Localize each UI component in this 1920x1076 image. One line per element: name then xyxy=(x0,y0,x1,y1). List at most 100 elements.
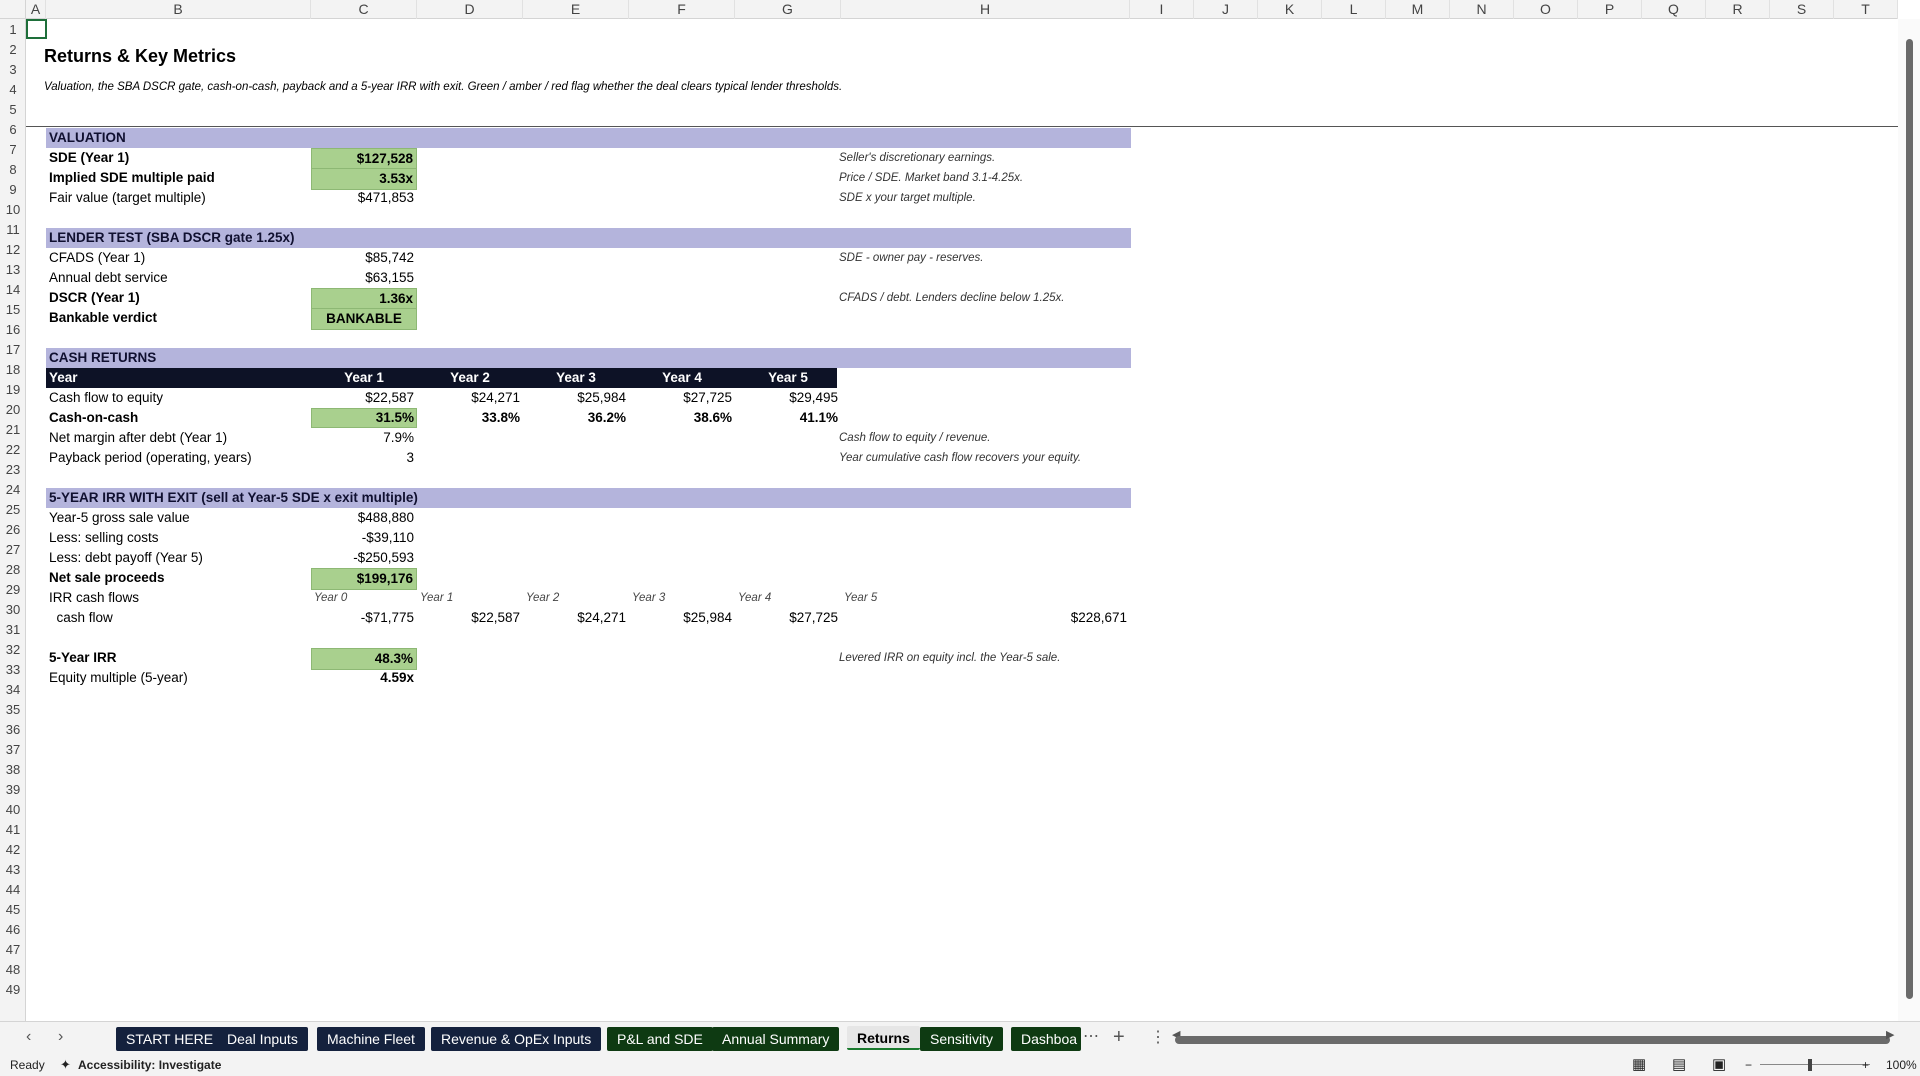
row-header[interactable]: 42 xyxy=(0,842,26,857)
column-header[interactable]: F xyxy=(629,0,735,19)
row-header[interactable]: 27 xyxy=(0,542,26,557)
zoom-slider-thumb[interactable] xyxy=(1808,1059,1812,1071)
column-header[interactable]: I xyxy=(1130,0,1194,19)
column-header[interactable]: D xyxy=(417,0,523,19)
row-header[interactable]: 14 xyxy=(0,282,26,297)
select-all-corner[interactable] xyxy=(0,0,26,19)
zoom-out-icon[interactable]: − xyxy=(1745,1054,1752,1076)
coc-cell[interactable]: 41.1% xyxy=(735,408,841,428)
debt-service-value[interactable]: $63,155 xyxy=(311,268,417,288)
irr-cash-flow-cell[interactable]: $22,587 xyxy=(417,608,523,628)
verdict-value[interactable]: BANKABLE xyxy=(311,308,417,330)
row-header[interactable]: 36 xyxy=(0,722,26,737)
year-header-cell[interactable]: Year 2 xyxy=(417,368,523,388)
tab-next-icon[interactable]: › xyxy=(58,1028,63,1046)
irr-cash-flow-cell[interactable]: $25,984 xyxy=(629,608,735,628)
year-header-cell[interactable]: Year 3 xyxy=(523,368,629,388)
irr-year-cell[interactable]: Year 5 xyxy=(841,588,947,608)
vertical-scrollbar[interactable] xyxy=(1898,19,1920,1021)
multiple-value[interactable]: 3.53x xyxy=(311,168,417,190)
cash-flow-cell[interactable]: $24,271 xyxy=(417,388,523,408)
sheet-tab[interactable]: Machine Fleet xyxy=(317,1027,425,1051)
column-header[interactable]: G xyxy=(735,0,841,19)
row-header[interactable]: 29 xyxy=(0,582,26,597)
column-header[interactable]: P xyxy=(1578,0,1642,19)
cash-flow-cell[interactable]: $25,984 xyxy=(523,388,629,408)
sheet-options-icon[interactable]: ⋮ xyxy=(1150,1027,1166,1047)
selling-costs-value[interactable]: -$39,110 xyxy=(311,528,417,548)
row-header[interactable]: 45 xyxy=(0,902,26,917)
year-header-cell[interactable]: Year 1 xyxy=(311,368,417,388)
row-header[interactable]: 35 xyxy=(0,702,26,717)
add-sheet-icon[interactable]: + xyxy=(1113,1026,1125,1049)
net-margin-value[interactable]: 7.9% xyxy=(311,428,417,448)
row-header[interactable]: 5 xyxy=(0,102,26,117)
page-break-icon[interactable]: ▣ xyxy=(1712,1054,1726,1076)
column-header[interactable]: J xyxy=(1194,0,1258,19)
row-header[interactable]: 1 xyxy=(0,22,26,37)
row-header[interactable]: 4 xyxy=(0,82,26,97)
row-header[interactable]: 6 xyxy=(0,122,26,137)
cash-flow-cell[interactable]: $22,587 xyxy=(311,388,417,408)
row-header[interactable]: 9 xyxy=(0,182,26,197)
fair-value-value[interactable]: $471,853 xyxy=(311,188,417,208)
row-header[interactable]: 7 xyxy=(0,142,26,157)
equity-multiple-value[interactable]: 4.59x xyxy=(311,668,417,688)
row-header[interactable]: 15 xyxy=(0,302,26,317)
zoom-level[interactable]: 100% xyxy=(1886,1054,1917,1076)
sheet-tab[interactable]: Sensitivity xyxy=(920,1027,1004,1051)
sheet-tab[interactable]: START HERE xyxy=(116,1027,224,1051)
row-header[interactable]: 44 xyxy=(0,882,26,897)
row-header[interactable]: 49 xyxy=(0,982,26,997)
irr-cash-flow-cell[interactable]: $228,671 xyxy=(841,608,1130,628)
gross-sale-value[interactable]: $488,880 xyxy=(311,508,417,528)
sheet-tab[interactable]: Annual Summary xyxy=(712,1027,840,1051)
coc-cell[interactable]: 33.8% xyxy=(417,408,523,428)
row-header[interactable]: 48 xyxy=(0,962,26,977)
normal-view-icon[interactable]: ▦ xyxy=(1632,1054,1646,1076)
row-header[interactable]: 28 xyxy=(0,562,26,577)
column-header[interactable]: C xyxy=(311,0,417,19)
sheet-grid[interactable]: Returns & Key Metrics Valuation, the SBA… xyxy=(26,19,1898,1021)
sheet-tab[interactable]: Dashboa xyxy=(1011,1027,1081,1051)
row-header[interactable]: 31 xyxy=(0,622,26,637)
column-header[interactable]: B xyxy=(46,0,311,19)
year-header-cell[interactable]: Year 5 xyxy=(735,368,841,388)
row-header[interactable]: 23 xyxy=(0,462,26,477)
vertical-scroll-thumb[interactable] xyxy=(1906,39,1913,999)
irr-year-cell[interactable]: Year 2 xyxy=(523,588,629,608)
cash-flow-cell[interactable]: $27,725 xyxy=(629,388,735,408)
row-header[interactable]: 46 xyxy=(0,922,26,937)
row-header[interactable]: 39 xyxy=(0,782,26,797)
row-header[interactable]: 17 xyxy=(0,342,26,357)
accessibility-status[interactable]: Accessibility: Investigate xyxy=(78,1054,221,1076)
row-header[interactable]: 43 xyxy=(0,862,26,877)
row-header[interactable]: 22 xyxy=(0,442,26,457)
cash-flow-cell[interactable]: $29,495 xyxy=(735,388,841,408)
irr-value[interactable]: 48.3% xyxy=(311,648,417,670)
column-header[interactable]: M xyxy=(1386,0,1450,19)
row-header[interactable]: 38 xyxy=(0,762,26,777)
irr-year-cell[interactable]: Year 4 xyxy=(735,588,841,608)
row-header[interactable]: 47 xyxy=(0,942,26,957)
zoom-slider[interactable] xyxy=(1760,1064,1870,1065)
row-header[interactable]: 34 xyxy=(0,682,26,697)
row-header[interactable]: 37 xyxy=(0,742,26,757)
row-header[interactable]: 11 xyxy=(0,222,26,237)
column-header[interactable]: A xyxy=(26,0,46,19)
row-header[interactable]: 13 xyxy=(0,262,26,277)
column-header[interactable]: N xyxy=(1450,0,1514,19)
row-header[interactable]: 19 xyxy=(0,382,26,397)
row-header[interactable]: 18 xyxy=(0,362,26,377)
irr-year-cell[interactable]: Year 1 xyxy=(417,588,523,608)
row-header[interactable]: 33 xyxy=(0,662,26,677)
row-header[interactable]: 8 xyxy=(0,162,26,177)
row-header[interactable]: 16 xyxy=(0,322,26,337)
scroll-right-icon[interactable]: ▶ xyxy=(1886,1028,1894,1041)
row-header[interactable]: 20 xyxy=(0,402,26,417)
row-header[interactable]: 30 xyxy=(0,602,26,617)
row-header[interactable]: 12 xyxy=(0,242,26,257)
sheet-tab[interactable]: Revenue & OpEx Inputs xyxy=(431,1027,602,1051)
sde-value[interactable]: $127,528 xyxy=(311,148,417,170)
sheet-tab[interactable]: Deal Inputs xyxy=(217,1027,308,1051)
